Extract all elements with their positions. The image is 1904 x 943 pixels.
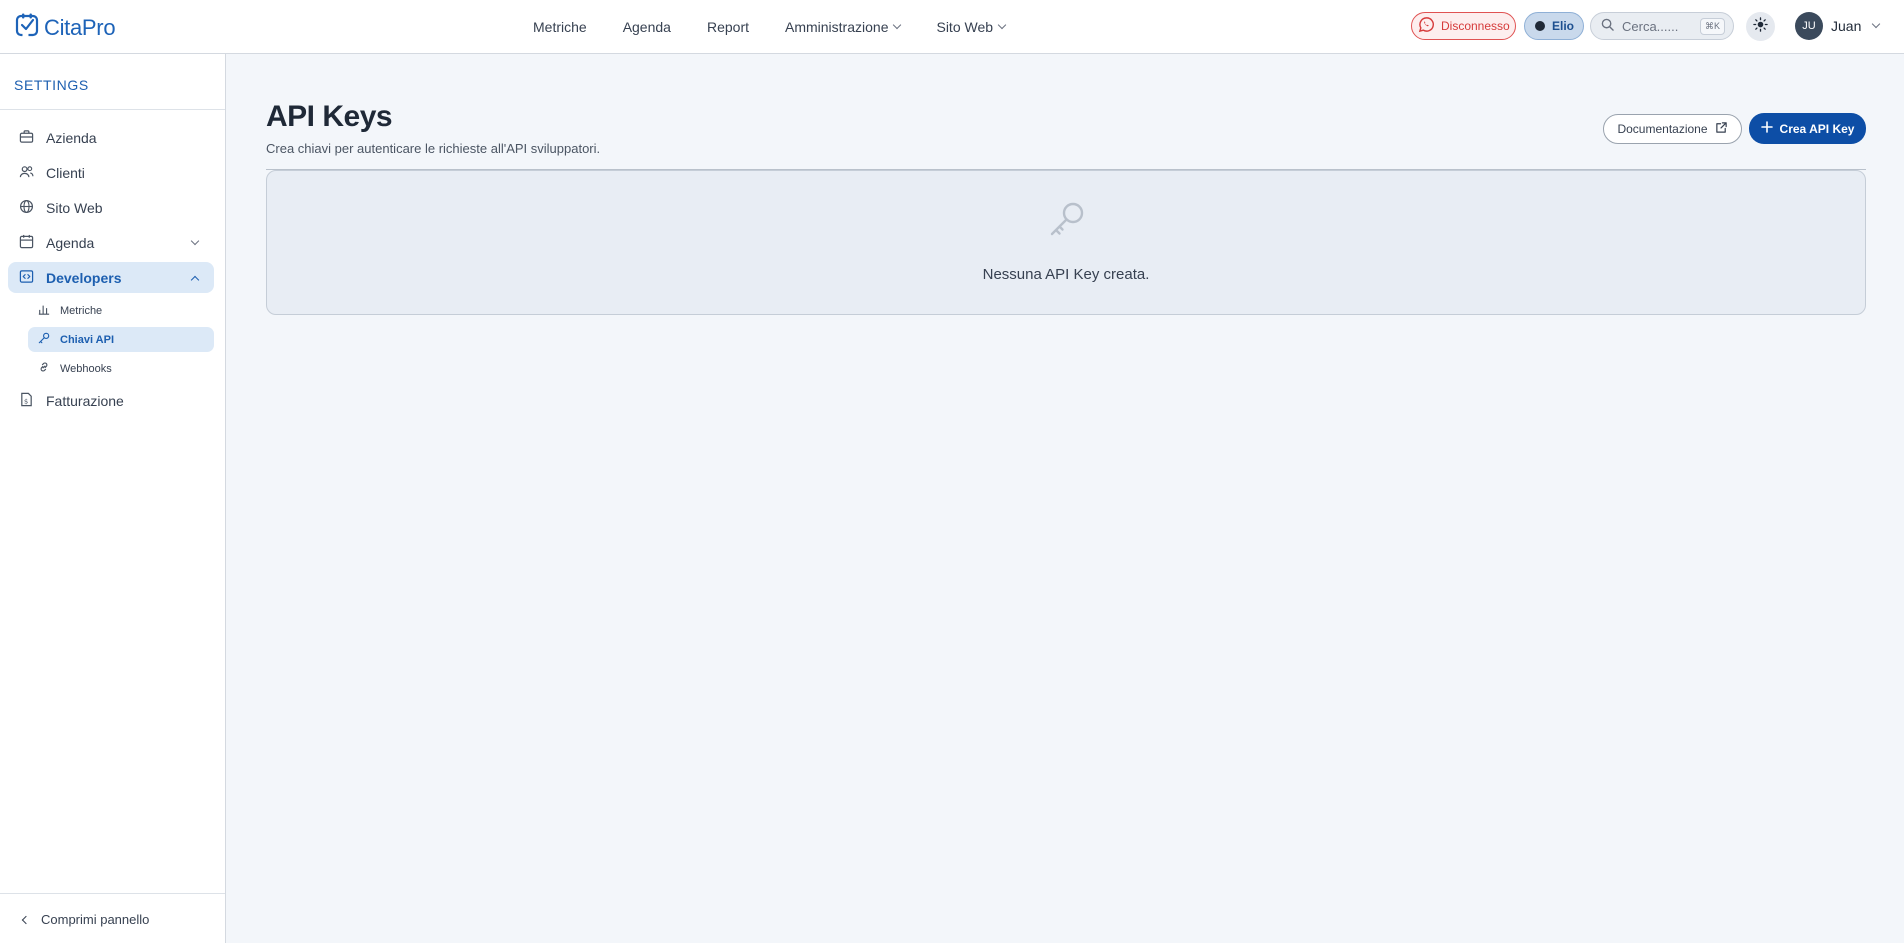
sidebar-item-developers[interactable]: Developers [8,262,214,293]
sidebar-item-label: Fatturazione [46,392,124,409]
create-api-key-button[interactable]: Crea API Key [1749,113,1866,144]
sidebar-item-clienti[interactable]: Clienti [8,157,214,188]
top-bar: CitaPro Metriche Agenda Report Amministr… [0,0,1904,54]
sidebar-item-label: Clienti [46,164,85,181]
sidebar-item-azienda[interactable]: Azienda [8,122,214,153]
search-shortcut-badge: ⌘K [1699,18,1725,35]
sidebar-subitem-label: Chiavi API [60,333,114,346]
logo-icon [14,12,40,43]
assistant-label: Elio [1552,19,1575,33]
sidebar-subitem-webhooks[interactable]: Webhooks [28,356,214,381]
svg-text:$: $ [24,397,28,405]
users-icon [19,164,34,182]
calendar-icon [19,234,34,252]
app-logo[interactable]: CitaPro [14,12,116,43]
code-icon [19,269,34,287]
chevron-down-icon [190,236,200,245]
nav-sito-web[interactable]: Sito Web [936,19,1007,35]
nav-label: Sito Web [936,19,994,35]
external-link-icon [1715,121,1728,137]
link-icon [38,361,50,376]
globe-icon [19,199,34,217]
divider [0,893,225,894]
chevron-down-icon [997,20,1007,30]
nav-amministrazione[interactable]: Amministrazione [785,19,902,35]
documentation-button[interactable]: Documentazione [1603,114,1742,144]
key-icon [38,332,50,347]
sidebar-item-label: Sito Web [46,199,103,216]
sidebar-subitem-metriche[interactable]: Metriche [28,298,214,323]
whatsapp-status-label: Disconnesso [1441,19,1510,33]
nav-report[interactable]: Report [707,19,749,35]
sidebar-item-sito-web[interactable]: Sito Web [8,192,214,223]
search-placeholder: Cerca...... [1622,18,1679,34]
avatar: JU [1795,12,1823,40]
sidebar-subitem-chiavi-api[interactable]: Chiavi API [28,327,214,352]
nav-label: Amministrazione [785,19,889,35]
nav-label: Report [706,19,749,35]
search-icon [1601,18,1614,34]
sun-icon [1753,16,1768,37]
app-name: CitaPro [44,14,116,40]
plus-icon [1760,121,1773,136]
sidebar-item-fatturazione[interactable]: $ Fatturazione [8,385,214,416]
empty-state-message: Nessuna API Key creata. [982,266,1150,283]
documentation-button-label: Documentazione [1617,122,1708,136]
briefcase-icon [19,129,34,147]
user-menu[interactable]: JU Juan [1795,12,1881,40]
empty-state-card: Nessuna API Key creata. [266,170,1866,315]
search-input[interactable]: Cerca...... ⌘K [1590,12,1734,40]
whatsapp-icon [1418,16,1435,36]
bar-chart-icon [38,303,50,318]
settings-sidebar: SETTINGS Azienda Clienti Sito Web Agenda… [0,54,226,943]
page-title: API Keys [266,100,393,133]
sidebar-item-label: Agenda [46,234,95,251]
page-subtitle: Crea chiavi per autenticare le richieste… [266,141,601,156]
collapse-panel-label: Comprimi pannello [41,912,150,927]
sidebar-item-label: Azienda [46,129,97,146]
chevron-up-icon [190,275,200,284]
invoice-icon: $ [19,392,34,410]
nav-agenda[interactable]: Agenda [623,19,671,35]
sidebar-title: SETTINGS [14,77,89,93]
nav-label: Agenda [622,19,671,35]
chevron-left-icon [21,915,31,924]
sidebar-item-label: Developers [46,269,122,286]
assistant-icon [1535,21,1545,31]
assistant-button[interactable]: Elio [1524,12,1584,40]
chevron-down-icon [1872,19,1881,29]
theme-toggle-button[interactable] [1746,12,1775,41]
divider [0,109,225,110]
chevron-down-icon [893,20,902,30]
key-icon [1047,199,1087,244]
sidebar-item-agenda[interactable]: Agenda [8,227,214,258]
nav-metriche[interactable]: Metriche [533,19,587,35]
sidebar-subitem-label: Webhooks [60,362,112,375]
user-name: Juan [1831,18,1862,34]
sidebar-subitem-label: Metriche [60,304,103,317]
main-nav: Metriche Agenda Report Amministrazione S… [533,0,1041,54]
nav-label: Metriche [533,19,587,35]
collapse-panel-button[interactable]: Comprimi pannello [20,912,149,927]
create-api-key-label: Crea API Key [1779,121,1855,136]
whatsapp-status-button[interactable]: Disconnesso [1411,12,1516,40]
